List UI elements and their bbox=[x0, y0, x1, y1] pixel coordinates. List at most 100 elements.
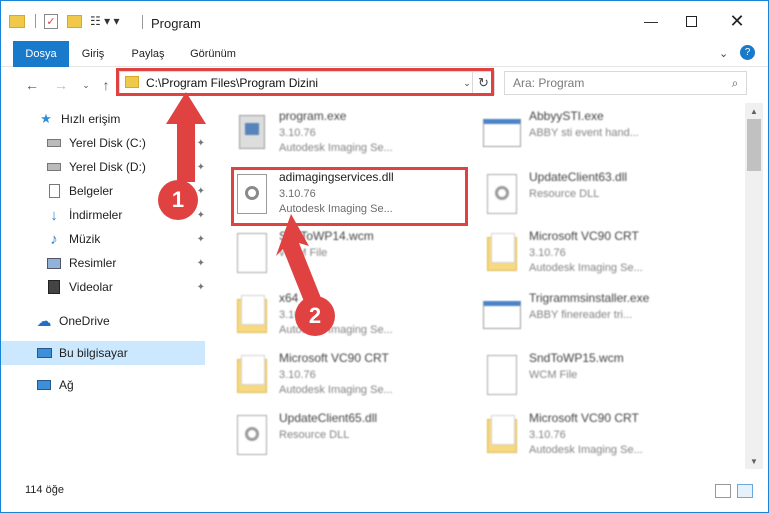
file-name: x64 bbox=[279, 291, 299, 305]
file-version: 3.10.76 bbox=[279, 369, 316, 381]
dll-file-icon bbox=[483, 172, 521, 216]
scroll-thumb[interactable] bbox=[747, 119, 761, 171]
music-icon: ♪ bbox=[50, 230, 58, 248]
sidebar-item-quick-access[interactable]: ★ Hızlı erişim bbox=[37, 107, 205, 131]
folder-icon bbox=[233, 353, 271, 397]
vertical-scrollbar[interactable]: ▲ ▼ bbox=[745, 103, 763, 469]
pin-icon[interactable]: ✦ bbox=[197, 138, 205, 149]
pin-icon[interactable]: ✦ bbox=[197, 162, 205, 173]
file-item[interactable]: AbbyySTI.exe ABBY sti event hand... bbox=[483, 107, 719, 163]
sidebar-item-pictures[interactable]: Resimler ✦ bbox=[45, 251, 205, 275]
pictures-icon bbox=[45, 255, 63, 271]
ribbon: Dosya Giriş Paylaş Görünüm ⌄ ? bbox=[1, 41, 768, 97]
sidebar-item-label: İndirmeler bbox=[69, 208, 123, 222]
expand-ribbon-icon[interactable]: ⌄ bbox=[719, 47, 728, 60]
help-icon[interactable]: ? bbox=[740, 45, 755, 60]
new-folder-icon[interactable] bbox=[67, 14, 82, 28]
folder-icon bbox=[9, 14, 25, 28]
file-description: WCM File bbox=[529, 369, 578, 381]
tab-home[interactable]: Giriş bbox=[73, 41, 113, 67]
back-button[interactable]: ← bbox=[23, 75, 41, 95]
search-input[interactable]: Ara: Program bbox=[513, 76, 724, 90]
close-button[interactable]: ✕ bbox=[714, 1, 760, 41]
pin-icon[interactable]: ✦ bbox=[197, 210, 205, 221]
star-icon: ★ bbox=[40, 111, 52, 126]
file-description: Resource DLL bbox=[279, 429, 350, 441]
file-description: Autodesk Imaging Se... bbox=[279, 324, 393, 336]
folder-icon bbox=[483, 413, 521, 457]
application-icon bbox=[233, 111, 271, 155]
sidebar-item-videos[interactable]: Videolar ✦ bbox=[45, 275, 205, 299]
file-description: Autodesk Imaging Se... bbox=[279, 142, 393, 154]
pin-icon[interactable]: ✦ bbox=[197, 234, 205, 245]
network-icon bbox=[35, 377, 53, 393]
title-bar: ✓ ☷ ▾ ▾ Program — ✕ bbox=[1, 1, 768, 41]
sidebar-item-label: Müzik bbox=[69, 232, 101, 246]
sidebar-item-label: Belgeler bbox=[69, 184, 114, 198]
file-name: UpdateClient65.dll bbox=[279, 411, 378, 425]
maximize-button[interactable] bbox=[668, 1, 714, 41]
sidebar-item-local-disk-c[interactable]: Yerel Disk (C:) ✦ bbox=[45, 131, 205, 155]
folder-item[interactable]: Microsoft VC90 CRT 3.10.76 Autodesk Imagin… bbox=[483, 227, 719, 283]
sidebar-item-this-pc[interactable]: Bu bilgisayar bbox=[1, 341, 205, 365]
search-icon: ⌕ bbox=[731, 75, 739, 90]
documents-icon bbox=[45, 183, 63, 199]
videos-icon bbox=[45, 279, 63, 295]
file-item[interactable]: SndToWP15.wcm WCM File bbox=[483, 349, 719, 405]
customize-toolbar-icon[interactable]: ☷ ▾ ▾ bbox=[90, 14, 119, 28]
navigation-pane: ★ Hızlı erişim Yerel Disk (C:) ✦ Yerel D… bbox=[1, 103, 207, 469]
sidebar-item-onedrive[interactable]: ☁ OneDrive bbox=[35, 309, 205, 333]
up-button[interactable]: ↑ bbox=[97, 75, 115, 95]
large-icons-view-icon[interactable] bbox=[737, 484, 753, 498]
file-description: WCM File bbox=[279, 247, 328, 259]
sidebar-item-network[interactable]: Ağ bbox=[35, 373, 205, 397]
file-name: program.exe bbox=[279, 109, 347, 123]
separator bbox=[35, 14, 36, 28]
file-name: Microsoft VC90 CRT bbox=[529, 229, 639, 243]
pin-icon[interactable]: ✦ bbox=[197, 186, 205, 197]
properties-icon[interactable]: ✓ bbox=[44, 13, 58, 29]
sidebar-item-music[interactable]: ♪ Müzik ✦ bbox=[45, 227, 205, 251]
file-name: Trigrammsinstaller.exe bbox=[529, 291, 650, 305]
file-icon bbox=[233, 231, 271, 275]
recent-locations-icon[interactable]: ⌄ bbox=[77, 75, 95, 95]
dll-file-icon bbox=[233, 413, 271, 457]
item-count: 114 öğe bbox=[25, 484, 64, 496]
search-box[interactable]: Ara: Program ⌕ bbox=[504, 71, 747, 95]
file-description: ABBY sti event hand... bbox=[529, 127, 639, 139]
file-version: 3.10.76 bbox=[529, 429, 566, 441]
folder-icon bbox=[483, 231, 521, 275]
quick-access-toolbar: ✓ ☷ ▾ ▾ bbox=[9, 11, 119, 31]
file-item[interactable]: UpdateClient65.dll Resource DLL bbox=[233, 409, 469, 465]
file-item[interactable]: UpdateClient63.dll Resource DLL bbox=[483, 168, 719, 224]
folder-item[interactable]: x643.10.76Autodesk Imaging Se... bbox=[233, 289, 469, 345]
sidebar-item-label: Yerel Disk (D:) bbox=[69, 160, 146, 174]
file-item[interactable]: program.exe 3.10.76 Autodesk Imaging Se... bbox=[233, 107, 469, 163]
tab-view[interactable]: Görünüm bbox=[181, 41, 245, 67]
application-icon bbox=[483, 111, 521, 155]
tab-share[interactable]: Paylaş bbox=[123, 41, 173, 67]
sidebar-item-local-disk-d[interactable]: Yerel Disk (D:) ✦ bbox=[45, 155, 205, 179]
scroll-down-icon[interactable]: ▼ bbox=[745, 453, 763, 469]
pin-icon[interactable]: ✦ bbox=[197, 282, 205, 293]
file-description: Autodesk Imaging Se... bbox=[279, 384, 393, 396]
drive-icon bbox=[45, 159, 63, 175]
file-icon bbox=[483, 353, 521, 397]
file-name: SndToWP14.wcm bbox=[279, 229, 374, 243]
file-name: AbbyySTI.exe bbox=[529, 109, 604, 123]
scroll-up-icon[interactable]: ▲ bbox=[745, 103, 763, 119]
pin-icon[interactable]: ✦ bbox=[197, 258, 205, 269]
cloud-icon: ☁ bbox=[36, 313, 52, 330]
folder-item[interactable]: Microsoft VC90 CRT 3.10.76 Autodesk Imagin… bbox=[483, 409, 719, 465]
file-item[interactable]: Trigrammsinstaller.exe ABBY finereader tr… bbox=[483, 289, 719, 345]
status-bar: 114 öğe bbox=[1, 479, 768, 503]
sidebar-item-label: Resimler bbox=[69, 256, 117, 270]
file-item[interactable]: SndToWP14.wcm WCM File bbox=[233, 227, 469, 283]
details-view-icon[interactable] bbox=[715, 484, 731, 498]
file-highlight bbox=[231, 167, 468, 226]
computer-icon bbox=[35, 345, 53, 361]
file-name: Microsoft VC90 CRT bbox=[279, 351, 389, 365]
download-icon: ↓ bbox=[50, 206, 58, 224]
forward-button[interactable]: → bbox=[52, 75, 70, 95]
folder-item[interactable]: Microsoft VC90 CRT 3.10.76 Autodesk Imagin… bbox=[233, 349, 469, 405]
